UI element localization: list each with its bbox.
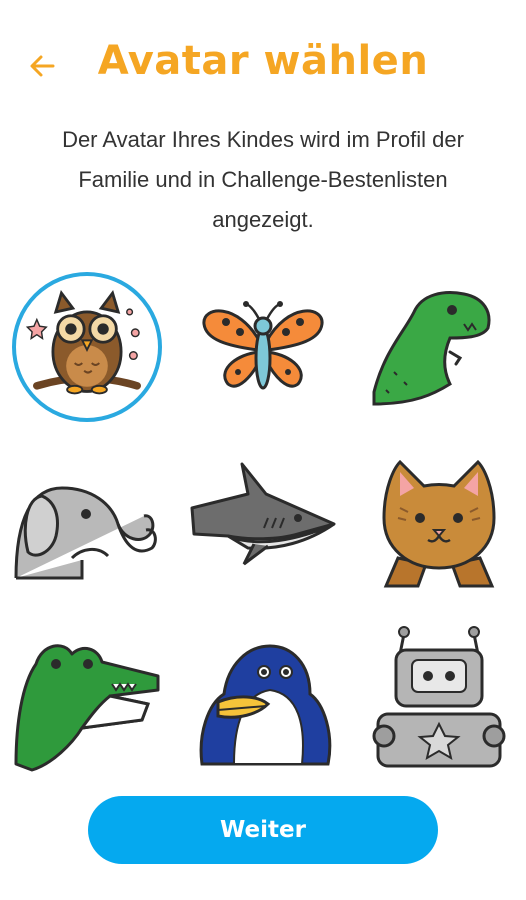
avatar-dinosaur[interactable]: [364, 272, 514, 422]
robot-icon: [372, 626, 506, 768]
avatar-owl[interactable]: [12, 272, 162, 422]
owl-icon: [19, 279, 155, 415]
avatar-robot[interactable]: [364, 624, 514, 774]
elephant-icon: [14, 486, 157, 580]
penguin-icon: [199, 644, 332, 766]
avatar-crocodile[interactable]: [12, 624, 162, 774]
cat-icon: [382, 459, 496, 588]
avatar-elephant[interactable]: [12, 448, 162, 598]
avatar-butterfly[interactable]: [188, 272, 338, 422]
continue-button[interactable]: Weiter: [88, 796, 438, 864]
avatar-grid: [8, 268, 518, 778]
page-title: Avatar wählen: [97, 38, 429, 84]
page-description: Der Avatar Ihres Kindes wird im Profil d…: [62, 127, 464, 232]
crocodile-icon: [14, 644, 160, 772]
shark-icon: [190, 462, 336, 566]
avatar-cat[interactable]: [364, 448, 514, 598]
avatar-shark[interactable]: [188, 448, 338, 598]
butterfly-icon: [202, 301, 324, 390]
avatar-penguin[interactable]: [188, 624, 338, 774]
dinosaur-icon: [372, 291, 491, 406]
